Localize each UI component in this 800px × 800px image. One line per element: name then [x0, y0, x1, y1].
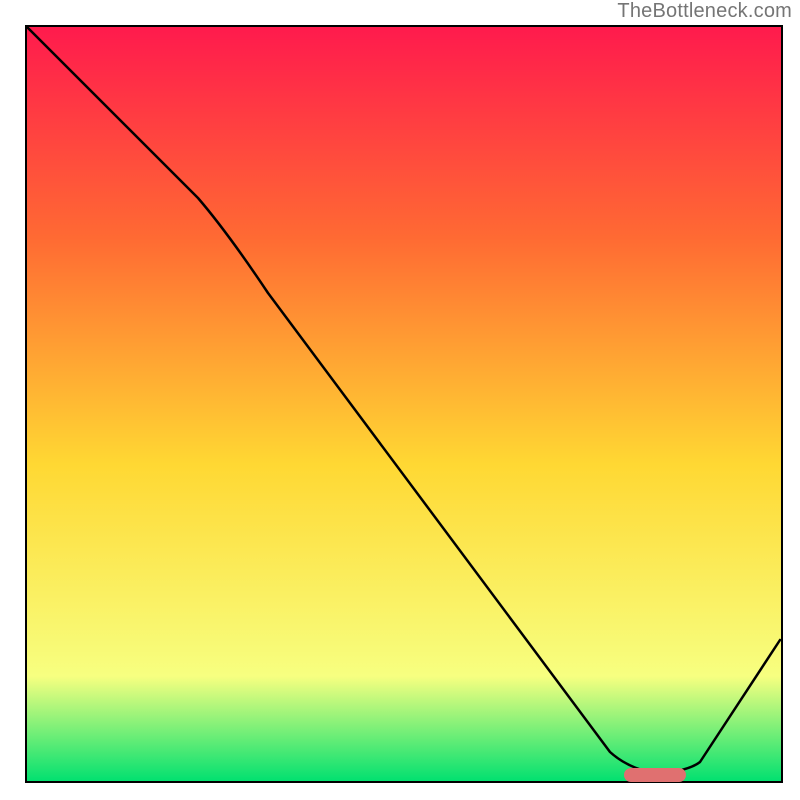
minimum-marker	[624, 768, 686, 782]
attribution-text: TheBottleneck.com	[617, 0, 792, 23]
bottleneck-chart	[0, 0, 800, 800]
